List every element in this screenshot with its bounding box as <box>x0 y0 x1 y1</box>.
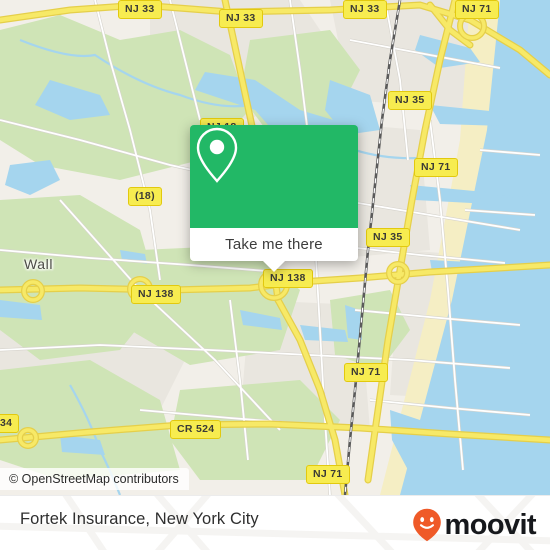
road-shield[interactable]: NJ 138 <box>131 285 181 304</box>
road-shield[interactable]: NJ 71 <box>455 0 499 19</box>
take-me-there-label: Take me there <box>225 236 323 253</box>
map-canvas[interactable]: Wall NJ 33 NJ 33 NJ 33 NJ 71 NJ 35 NJ 18… <box>0 0 550 495</box>
road-shield[interactable]: 34 <box>0 414 20 433</box>
road-shield[interactable]: NJ 33 <box>219 9 263 28</box>
road-shield[interactable]: (18) <box>128 187 162 206</box>
popup-pointer <box>263 261 285 272</box>
destination-popup-card[interactable]: Take me there <box>190 125 358 272</box>
map-pin-icon <box>196 127 238 183</box>
road-shield[interactable]: NJ 33 <box>343 0 387 19</box>
page-footer: Fortek Insurance, New York City moovit <box>0 495 550 550</box>
road-shield[interactable]: NJ 35 <box>388 91 432 110</box>
osm-attribution[interactable]: © OpenStreetMap contributors <box>0 468 189 490</box>
moovit-wordmark: moovit <box>444 508 537 541</box>
place-label-wall: Wall <box>24 256 54 272</box>
moovit-smiling-pin-icon <box>412 508 441 542</box>
road-shield[interactable]: CR 524 <box>170 420 222 439</box>
page-title: Fortek Insurance, New York City <box>20 510 259 528</box>
popup-action-bar[interactable]: Take me there <box>190 228 358 261</box>
road-shield[interactable]: NJ 33 <box>118 0 162 19</box>
road-shield[interactable]: NJ 71 <box>306 465 350 484</box>
road-shield[interactable]: NJ 71 <box>414 158 458 177</box>
road-shield[interactable]: NJ 35 <box>366 228 410 247</box>
popup-header <box>190 125 358 228</box>
moovit-map-page: Wall NJ 33 NJ 33 NJ 33 NJ 71 NJ 35 NJ 18… <box>0 0 550 550</box>
moovit-logo[interactable]: moovit <box>412 508 537 542</box>
road-shield[interactable]: NJ 71 <box>344 363 388 382</box>
